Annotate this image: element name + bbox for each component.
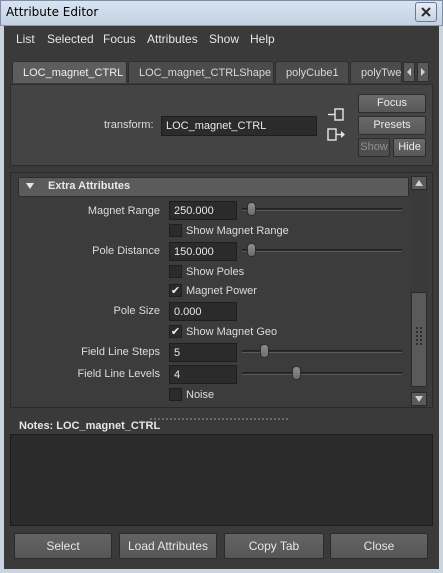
notes-label: Notes: LOC_magnet_CTRL [19, 420, 161, 432]
field-line-levels-label: Field Line Levels [77, 368, 160, 380]
scrollbar-thumb[interactable] [411, 292, 427, 387]
scroll-down-button[interactable] [411, 392, 427, 406]
presets-button[interactable]: Presets [358, 116, 426, 135]
field-line-levels-field[interactable]: 4 [169, 365, 237, 384]
pole-distance-field[interactable]: 150.000 [169, 242, 237, 261]
transform-name-field[interactable]: LOC_magnet_CTRL [161, 116, 317, 136]
menu-selected[interactable]: Selected [47, 32, 94, 46]
scroll-up-icon [415, 180, 423, 186]
magnet-range-slider-handle[interactable] [246, 202, 256, 216]
pole-size-label: Pole Size [113, 305, 160, 317]
load-attributes-button[interactable]: Load Attributes [119, 533, 217, 559]
output-connection-icon [327, 128, 345, 141]
menu-attributes[interactable]: Attributes [147, 32, 198, 46]
check-icon: ✔ [170, 285, 181, 297]
notes-textarea[interactable] [10, 434, 433, 526]
pole-distance-slider[interactable] [242, 249, 402, 252]
scroll-up-button[interactable] [411, 176, 427, 190]
tab-polytwe[interactable]: polyTwe [350, 61, 402, 83]
field-line-levels-slider-handle[interactable] [291, 366, 301, 380]
pane-splitter[interactable] [150, 412, 290, 420]
grip-icon [416, 327, 422, 345]
pole-size-field[interactable]: 0.000 [169, 302, 237, 321]
check-icon: ✔ [170, 326, 181, 338]
show-magnet-range-label: Show Magnet Range [186, 225, 289, 237]
close-window-button[interactable] [415, 2, 437, 22]
magnet-power-label: Magnet Power [186, 285, 257, 297]
tab-loc-magnet-ctrl[interactable]: LOC_magnet_CTRL [12, 61, 127, 83]
focus-button[interactable]: Focus [358, 94, 426, 113]
transform-label: transform: [104, 119, 154, 131]
pole-distance-slider-handle[interactable] [246, 243, 256, 257]
noise-checkbox[interactable] [169, 388, 182, 401]
tab-polycube1[interactable]: polyCube1 [275, 61, 349, 83]
magnet-range-field[interactable]: 250.000 [169, 201, 237, 220]
input-connection-button[interactable] [326, 107, 346, 123]
tab-label: LOC_magnet_CTRL [23, 67, 124, 79]
window-title: Attribute Editor [6, 5, 99, 19]
field-line-steps-label: Field Line Steps [81, 346, 160, 358]
scroll-down-icon [415, 396, 423, 402]
menu-list[interactable]: List [16, 32, 35, 46]
output-connection-button[interactable] [326, 127, 348, 143]
show-button[interactable]: Show [358, 138, 390, 157]
copy-tab-button[interactable]: Copy Tab [224, 533, 324, 559]
input-connection-icon [328, 108, 344, 121]
section-title: Extra Attributes [48, 180, 131, 192]
splitter-grip-icon [150, 418, 290, 420]
tab-scroll-right-button[interactable] [417, 62, 429, 82]
close-button[interactable]: Close [330, 533, 428, 559]
magnet-range-slider[interactable] [242, 208, 402, 211]
show-magnet-geo-checkbox[interactable]: ✔ [169, 325, 182, 338]
triangle-down-icon[interactable] [25, 182, 35, 190]
show-poles-label: Show Poles [186, 266, 245, 278]
field-line-steps-slider-handle[interactable] [260, 344, 270, 358]
field-line-levels-slider[interactable] [242, 372, 402, 375]
show-magnet-geo-label: Show Magnet Geo [186, 326, 278, 338]
select-button[interactable]: Select [14, 533, 112, 559]
menu-focus[interactable]: Focus [103, 32, 136, 46]
field-line-steps-field[interactable]: 5 [169, 343, 237, 362]
pole-distance-label: Pole Distance [92, 245, 160, 257]
chevron-left-icon [407, 68, 411, 76]
show-poles-checkbox[interactable] [169, 265, 182, 278]
close-icon [421, 7, 431, 17]
magnet-power-checkbox[interactable]: ✔ [169, 284, 182, 297]
magnet-range-label: Magnet Range [87, 205, 160, 217]
hide-button[interactable]: Hide [393, 138, 426, 157]
tab-label: LOC_magnet_CTRLShape [139, 67, 272, 79]
chevron-right-icon [421, 68, 425, 76]
menu-show[interactable]: Show [209, 32, 239, 46]
menu-help[interactable]: Help [250, 32, 275, 46]
noise-label: Noise [186, 389, 215, 401]
tab-label: polyCube1 [286, 67, 339, 79]
show-magnet-range-checkbox[interactable] [169, 224, 182, 237]
tab-label: polyTwe [361, 67, 402, 79]
tab-scroll-left-button[interactable] [403, 62, 415, 82]
tab-loc-magnet-ctrlshape[interactable]: LOC_magnet_CTRLShape [128, 61, 274, 83]
